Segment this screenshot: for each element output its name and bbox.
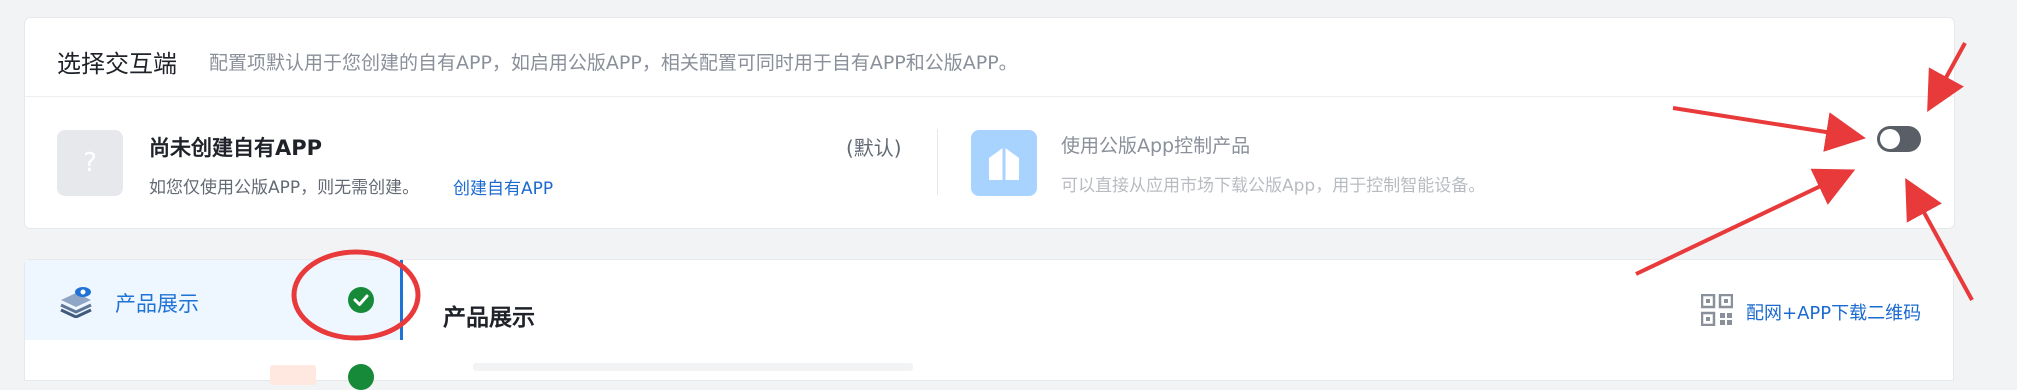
- divider: [937, 129, 938, 195]
- sidebar-item-product-display[interactable]: 产品展示: [25, 260, 405, 340]
- toggle-knob: [1880, 129, 1900, 149]
- qr-code-icon: [1701, 294, 1733, 326]
- public-app-toggle[interactable]: [1877, 126, 1921, 152]
- config-sidebar: 产品展示: [24, 259, 405, 390]
- placeholder-app-icon: ?: [57, 130, 123, 196]
- default-label: (默认): [846, 136, 902, 160]
- public-app-subtitle: 可以直接从应用市场下载公版App，用于控制智能设备。: [1061, 176, 1486, 196]
- public-app-house-icon: [971, 130, 1037, 196]
- section-description: 配置项默认用于您创建的自有APP，如启用公版APP，相关配置可同时用于自有APP…: [209, 52, 1018, 74]
- app-selection-card: ? 尚未创建自有APP 如您仅使用公版APP，则无需创建。 创建自有APP (默…: [24, 96, 1955, 229]
- product-layers-icon: [60, 287, 92, 318]
- main-title: 产品展示: [443, 305, 535, 331]
- qr-link-label: 配网+APP下载二维码: [1746, 303, 1922, 324]
- check-complete-icon: [348, 287, 374, 313]
- sidebar-item-label: 产品展示: [115, 292, 199, 316]
- main-panel: 产品展示 配网+APP下载二维码: [403, 259, 1954, 381]
- own-app-name: 尚未创建自有APP: [149, 136, 323, 160]
- sidebar-badge: [270, 365, 316, 385]
- own-app-subtitle: 如您仅使用公版APP，则无需创建。: [149, 178, 420, 198]
- content-placeholder: [473, 363, 913, 371]
- section-title: 选择交互端: [57, 50, 177, 78]
- public-app-name: 使用公版App控制产品: [1061, 135, 1251, 157]
- create-own-app-link[interactable]: 创建自有APP: [453, 174, 553, 199]
- interaction-header-card: 选择交互端 配置项默认用于您创建的自有APP，如启用公版APP，相关配置可同时用…: [24, 17, 1955, 97]
